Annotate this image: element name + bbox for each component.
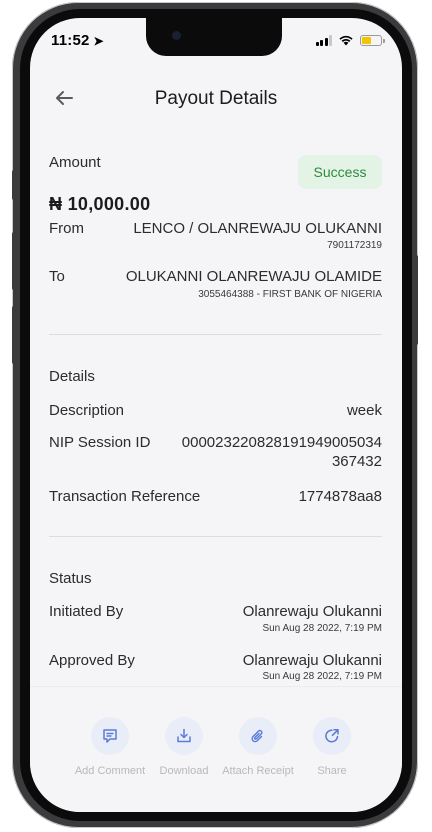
signal-icon: [315, 34, 332, 46]
amount-value: ₦ 10,000.00: [49, 194, 151, 214]
add-comment-label: Add Comment: [74, 765, 146, 777]
nip-session-label: NIP Session ID: [49, 434, 151, 451]
initiated-by-date: Sun Aug 28 2022, 7:19 PM: [262, 623, 382, 634]
initiated-by-label: Initiated By: [49, 603, 124, 620]
to-account: 3055464388 - FIRST BANK OF NIGERIA: [198, 289, 382, 300]
from-name: LENCO / OLANREWAJU OLUKANNI: [133, 220, 382, 237]
front-camera: [172, 31, 181, 40]
add-comment-icon-circle: [91, 717, 129, 755]
comment-icon: [103, 729, 117, 743]
status-time: 11:52 ➤: [51, 32, 104, 49]
description-label: Description: [49, 402, 125, 419]
system-icons: [315, 34, 385, 46]
approved-by-name: Olanrewaju Olukanni: [242, 652, 382, 669]
screen: 11:52 ➤ Payout Details Amount ₦ 10,000.00…: [30, 18, 402, 812]
volume-up-button: [12, 232, 16, 290]
download-button[interactable]: Download: [142, 717, 226, 777]
attach-receipt-icon-circle: [239, 717, 277, 755]
wifi-icon: [339, 35, 353, 46]
notch: [146, 18, 282, 56]
details-heading: Details: [49, 368, 95, 385]
share-icon: [325, 729, 339, 743]
download-icon: [177, 728, 191, 743]
reference-value: 1774878aa8: [298, 488, 382, 505]
divider: [49, 334, 382, 335]
action-bar: Add Comment Download Attach Receipt Shar…: [30, 686, 402, 812]
status-badge: Success: [298, 155, 382, 189]
power-button: [414, 255, 418, 345]
approved-by-date: Sun Aug 28 2022, 7:19 PM: [262, 671, 382, 682]
to-label: To: [49, 268, 65, 285]
location-arrow-icon: ➤: [93, 34, 104, 48]
volume-down-button: [12, 306, 16, 364]
download-label: Download: [159, 765, 209, 777]
navigation-bar: Payout Details: [30, 80, 402, 116]
page-title: Payout Details: [154, 88, 278, 109]
share-label: Share: [317, 765, 347, 777]
divider: [49, 536, 382, 537]
description-value: week: [346, 402, 382, 419]
from-account: 7901172319: [327, 240, 382, 251]
approved-by-label: Approved By: [49, 652, 135, 669]
from-label: From: [49, 220, 84, 237]
amount-label: Amount: [49, 154, 101, 171]
attach-receipt-label: Attach Receipt: [222, 765, 294, 777]
nip-session-value-line2: 367432: [331, 453, 382, 470]
battery-icon: [360, 34, 385, 46]
reference-label: Transaction Reference: [49, 488, 201, 505]
nip-session-value-line1: 000023220828191949005034: [181, 434, 382, 451]
initiated-by-name: Olanrewaju Olukanni: [242, 603, 382, 620]
download-icon-circle: [165, 717, 203, 755]
attach-receipt-button[interactable]: Attach Receipt: [216, 717, 300, 777]
paperclip-icon: [251, 729, 263, 743]
add-comment-button[interactable]: Add Comment: [68, 717, 152, 777]
mute-switch: [12, 170, 16, 200]
to-name: OLUKANNI OLANREWAJU OLAMIDE: [125, 268, 382, 285]
status-heading: Status: [49, 570, 92, 587]
share-icon-circle: [313, 717, 351, 755]
share-button[interactable]: Share: [290, 717, 374, 777]
